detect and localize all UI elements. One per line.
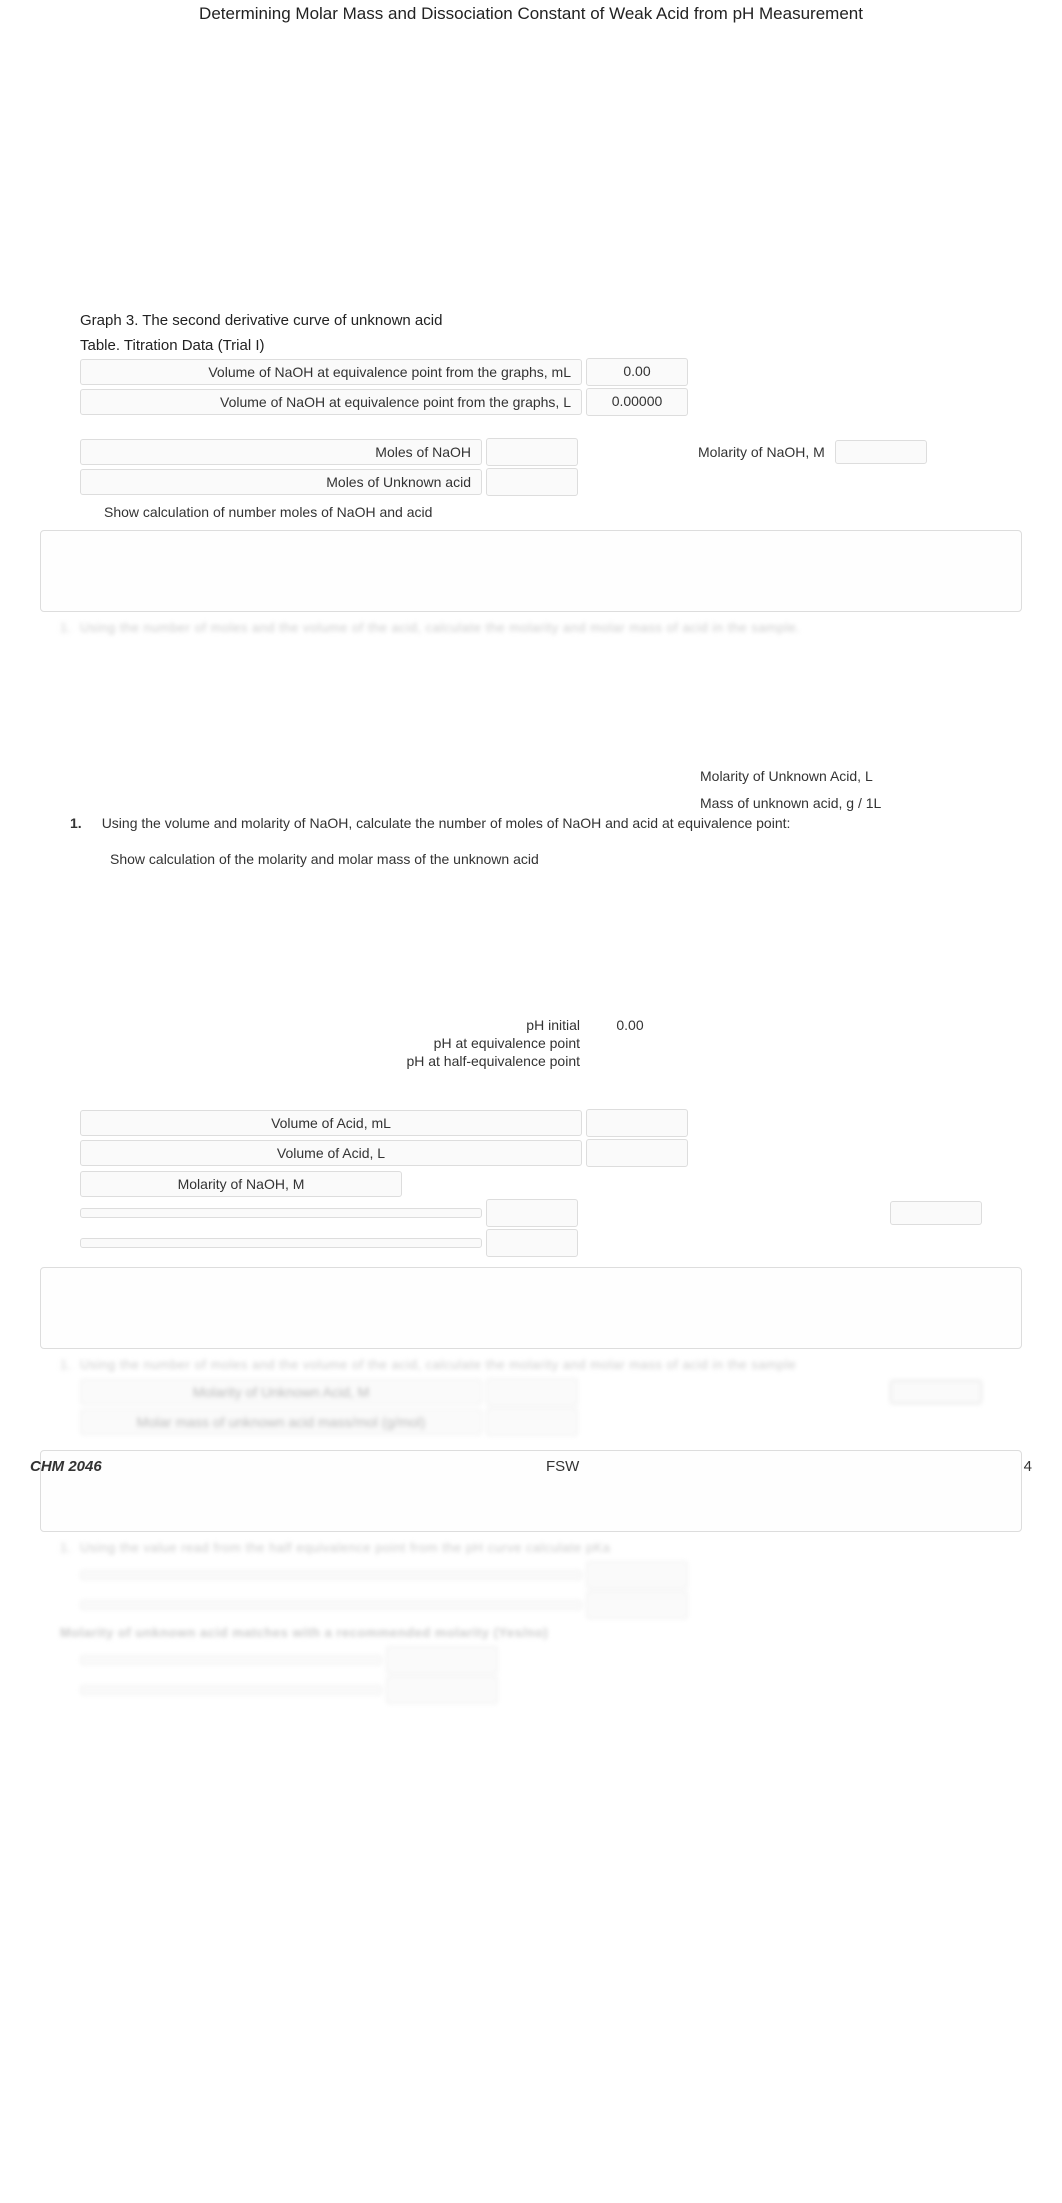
- instruction-calc-molarity: Show calculation of the molarity and mol…: [110, 851, 982, 867]
- moles-unknown-value: [486, 468, 578, 496]
- blank-value-1: [486, 1199, 578, 1227]
- ph-initial-row: pH initial 0.00: [260, 1017, 982, 1033]
- blur-t3-value2: [386, 1676, 498, 1704]
- blurred-instruction-4: Molarity of unknown acid matches with a …: [60, 1625, 1002, 1640]
- blurred-instruction-3: 1.Using the value read from the half equ…: [60, 1540, 1002, 1555]
- ph-initial-value: 0.00: [580, 1017, 680, 1033]
- page-title: Determining Molar Mass and Dissociation …: [0, 0, 1062, 24]
- blurred-table-3: [80, 1646, 982, 1704]
- blank-right-value-1: [890, 1201, 982, 1225]
- blur-molarmass-value: [486, 1408, 578, 1436]
- row-moles-naoh: Moles of NaOH Molarity of NaOH, M: [80, 438, 982, 466]
- molarity-naoh-label: Molarity of NaOH, M: [698, 444, 825, 460]
- footer-page-number: 4: [1024, 1458, 1032, 1475]
- q1-text: Using the volume and molarity of NaOH, c…: [102, 815, 982, 831]
- blurred-table-2: [80, 1561, 982, 1619]
- blur-t2-value2: [586, 1591, 688, 1619]
- vol-naoh-ml-value: 0.00: [586, 358, 688, 386]
- blur-t2-label2: [80, 1600, 582, 1610]
- graph3-caption: Graph 3. The second derivative curve of …: [80, 312, 982, 329]
- footer-institution: FSW: [546, 1458, 579, 1475]
- row-vol-naoh-ml: Volume of NaOH at equivalence point from…: [80, 358, 982, 386]
- q1-number: 1.: [70, 815, 82, 831]
- vol-naoh-l-label: Volume of NaOH at equivalence point from…: [80, 389, 582, 415]
- blank-value-2: [486, 1229, 578, 1257]
- blur-t2-value1: [586, 1561, 688, 1589]
- page-footer: CHM 2046 FSW 4: [0, 1458, 1062, 1475]
- q1-mass-label: Mass of unknown acid, g / 1L: [700, 795, 881, 811]
- ph-equiv-label: pH at equivalence point: [260, 1035, 580, 1051]
- q1-overlap-label: Molarity of Unknown Acid, L: [700, 768, 873, 784]
- ph-equiv-value: [580, 1035, 680, 1051]
- blur-right-value: [890, 1380, 982, 1404]
- moles-unknown-label: Moles of Unknown acid: [80, 469, 482, 495]
- graph3-placeholder: [80, 24, 982, 304]
- vol-naoh-ml-label: Volume of NaOH at equivalence point from…: [80, 359, 582, 385]
- molarity-naoh-label-2: Molarity of NaOH, M: [80, 1171, 402, 1197]
- blur-molarity-label: Molarity of Unknown Acid, M: [80, 1379, 482, 1405]
- row-molarity-naoh-2: Molarity of NaOH, M: [80, 1171, 982, 1197]
- vol-acid-ml-label: Volume of Acid, mL: [80, 1110, 582, 1136]
- blur-t3-value1: [386, 1646, 498, 1674]
- question-1: 1. Using the volume and molarity of NaOH…: [80, 815, 982, 831]
- ph-section: pH initial 0.00 pH at equivalence point …: [260, 1017, 982, 1069]
- instruction-calc-moles: Show calculation of number moles of NaOH…: [104, 504, 982, 520]
- row-vol-acid-ml: Volume of Acid, mL: [80, 1109, 982, 1137]
- molarity-naoh-value: [835, 440, 927, 464]
- footer-course: CHM 2046: [30, 1458, 102, 1475]
- ph-half-equiv-value: [580, 1053, 680, 1069]
- blur-t2-label1: [80, 1570, 582, 1580]
- ph-equiv-row: pH at equivalence point: [260, 1035, 982, 1051]
- ph-half-equiv-label: pH at half-equivalence point: [260, 1053, 580, 1069]
- blur-molarmass-label: Molar mass of unknown acid mass/mol (g/m…: [80, 1409, 482, 1435]
- blur-t3-label1: [80, 1655, 382, 1665]
- work-area-1: [40, 530, 1022, 612]
- vol-acid-l-value: [586, 1139, 688, 1167]
- vol-acid-ml-value: [586, 1109, 688, 1137]
- blurred-instruction-1: 1.Using the number of moles and the volu…: [60, 620, 1002, 635]
- row-blank-1: [80, 1199, 982, 1227]
- row-blank-2: [80, 1229, 982, 1257]
- blurred-table-1: Molarity of Unknown Acid, M Molar mass o…: [80, 1378, 982, 1436]
- table-title: Table. Titration Data (Trial I): [80, 337, 982, 354]
- vol-naoh-l-value: 0.00000: [586, 388, 688, 416]
- row-moles-unknown: Moles of Unknown acid: [80, 468, 982, 496]
- ph-half-equiv-row: pH at half-equivalence point: [260, 1053, 982, 1069]
- blank-label-2: [80, 1238, 482, 1248]
- ph-initial-label: pH initial: [260, 1017, 580, 1033]
- blur-molarity-value: [486, 1378, 578, 1406]
- moles-naoh-label: Moles of NaOH: [80, 439, 482, 465]
- row-vol-acid-l: Volume of Acid, L: [80, 1139, 982, 1167]
- blur-t3-label2: [80, 1685, 382, 1695]
- moles-naoh-value: [486, 438, 578, 466]
- row-vol-naoh-l: Volume of NaOH at equivalence point from…: [80, 388, 982, 416]
- blurred-instruction-2: 1.Using the number of moles and the volu…: [60, 1357, 1002, 1372]
- vol-acid-l-label: Volume of Acid, L: [80, 1140, 582, 1166]
- blank-label-1: [80, 1208, 482, 1218]
- work-area-2: [40, 1267, 1022, 1349]
